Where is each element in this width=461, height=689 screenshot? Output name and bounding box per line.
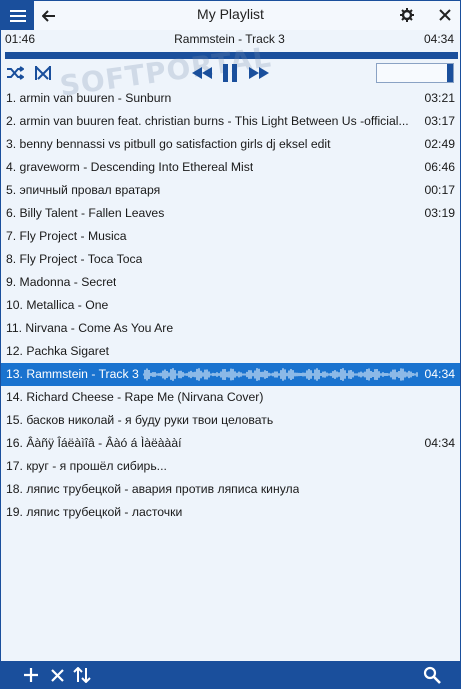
- track-name: 6. Billy Talent - Fallen Leaves: [6, 206, 165, 220]
- menu-icon: [9, 9, 26, 22]
- playlist-row[interactable]: 18. ляпис трубецкой - авария против ляпи…: [1, 478, 460, 501]
- playlist-row[interactable]: 3. benny bennassi vs pitbull go satisfac…: [1, 133, 460, 156]
- playlist: 1. armin van buuren - Sunburn 03:21 2. arm…: [1, 87, 460, 524]
- track-name: 14. Richard Cheese - Rape Me (Nirvana Co…: [6, 390, 264, 404]
- track-duration: 00:17: [424, 183, 456, 197]
- track-name: 17. круг - я прошёл сибирь...: [6, 459, 167, 473]
- track-duration: 02:49: [424, 137, 456, 151]
- playlist-row[interactable]: 5. эпичный провал вратаря 00:17: [1, 179, 460, 202]
- track-name: 5. эпичный провал вратаря: [6, 183, 161, 197]
- pause-icon: [223, 64, 237, 82]
- playlist-row[interactable]: 11. Nirvana - Come As You Are: [1, 317, 460, 340]
- track-name: 16. Âàñÿ Îáëàìîâ - Âàó á Ìàëàààí: [6, 436, 182, 450]
- track-name: 4. graveworm - Descending Into Ethereal …: [6, 160, 254, 174]
- window-title: My Playlist: [197, 6, 264, 22]
- track-name: 19. ляпис трубецкой - ласточки: [6, 505, 183, 519]
- waveform: [143, 368, 418, 381]
- shuffle-icon: [7, 66, 24, 80]
- seek-bar[interactable]: [5, 52, 458, 59]
- seek-bar-fill: [5, 52, 182, 59]
- fast-forward-icon: [249, 67, 269, 79]
- search-button[interactable]: [422, 665, 442, 685]
- next-button[interactable]: [248, 63, 270, 83]
- pause-button[interactable]: [221, 63, 239, 83]
- playlist-row[interactable]: 14. Richard Cheese - Rape Me (Nirvana Co…: [1, 386, 460, 409]
- back-arrow-icon: [42, 9, 55, 22]
- playback-controls: [5, 63, 456, 85]
- search-icon: [423, 666, 441, 684]
- track-name: 3. benny bennassi vs pitbull go satisfac…: [6, 137, 331, 151]
- remove-track-button[interactable]: [47, 665, 67, 685]
- plus-icon: [24, 668, 38, 682]
- track-duration: 04:34: [424, 436, 456, 450]
- previous-button[interactable]: [191, 63, 213, 83]
- add-track-button[interactable]: [21, 665, 41, 685]
- playlist-row[interactable]: 7. Fly Project - Musica: [1, 225, 460, 248]
- playlist-row[interactable]: 10. Metallica - One: [1, 294, 460, 317]
- playlist-row[interactable]: 16. Âàñÿ Îáëàìîâ - Âàó á Ìàëàààí 04:34: [1, 432, 460, 455]
- gear-icon: [400, 8, 414, 22]
- track-duration: 03:21: [424, 91, 456, 105]
- playlist-row[interactable]: 9. Madonna - Secret: [1, 271, 460, 294]
- repeat-button[interactable]: [33, 63, 53, 83]
- menu-button[interactable]: [1, 1, 34, 30]
- track-name: 11. Nirvana - Come As You Are: [6, 321, 174, 335]
- rewind-icon: [192, 67, 212, 79]
- track-name: 2. armin van buuren feat. christian burn…: [6, 114, 409, 128]
- track-name: 13. Rammstein - Track 3: [6, 367, 139, 381]
- playlist-row[interactable]: 2. armin van buuren feat. christian burn…: [1, 110, 460, 133]
- shuffle-button[interactable]: [5, 63, 25, 83]
- close-icon: [439, 9, 451, 21]
- track-duration: 03:17: [424, 114, 456, 128]
- track-name: 10. Metallica - One: [6, 298, 109, 312]
- playlist-row[interactable]: 12. Pachka Sigaret: [1, 340, 460, 363]
- track-name: 8. Fly Project - Toca Toca: [6, 252, 143, 266]
- now-playing-title: Rammstein - Track 3: [174, 32, 285, 46]
- sort-icon: [73, 667, 91, 683]
- volume-slider-handle[interactable]: [447, 64, 453, 82]
- track-duration: 04:34: [423, 32, 454, 46]
- track-name: 12. Pachka Sigaret: [6, 344, 109, 358]
- back-button[interactable]: [34, 1, 64, 30]
- track-name: 18. ляпис трубецкой - авария против ляпи…: [6, 482, 300, 496]
- volume-slider[interactable]: [376, 63, 454, 83]
- playlist-row[interactable]: 8. Fly Project - Toca Toca: [1, 248, 460, 271]
- remove-icon: [50, 668, 64, 682]
- track-duration: 03:19: [424, 206, 456, 220]
- track-name: 9. Madonna - Secret: [6, 275, 117, 289]
- track-duration: 06:46: [424, 160, 456, 174]
- repeat-icon: [35, 66, 51, 80]
- bottom-toolbar: [1, 661, 460, 688]
- title-bar: My Playlist: [1, 1, 460, 30]
- track-duration: 04:34: [424, 367, 456, 381]
- track-name: 7. Fly Project - Musica: [6, 229, 127, 243]
- track-name: 15. басков николай - я буду руки твои це…: [6, 413, 274, 427]
- playlist-row[interactable]: 17. круг - я прошёл сибирь...: [1, 455, 460, 478]
- sort-button[interactable]: [72, 665, 92, 685]
- playlist-row[interactable]: 15. басков николай - я буду руки твои це…: [1, 409, 460, 432]
- track-name: 1. armin van buuren - Sunburn: [6, 91, 172, 105]
- settings-button[interactable]: [398, 5, 416, 25]
- playlist-row-active[interactable]: 13. Rammstein - Track 3 04:34: [1, 363, 460, 386]
- playlist-row[interactable]: 1. armin van buuren - Sunburn 03:21: [1, 87, 460, 110]
- close-button[interactable]: [436, 5, 454, 25]
- playlist-row[interactable]: 4. graveworm - Descending Into Ethereal …: [1, 156, 460, 179]
- playlist-row[interactable]: 19. ляпис трубецкой - ласточки: [1, 501, 460, 524]
- playlist-row[interactable]: 6. Billy Talent - Fallen Leaves 03:19: [1, 202, 460, 225]
- now-playing-row: 01:46 Rammstein - Track 3 04:34: [5, 32, 454, 48]
